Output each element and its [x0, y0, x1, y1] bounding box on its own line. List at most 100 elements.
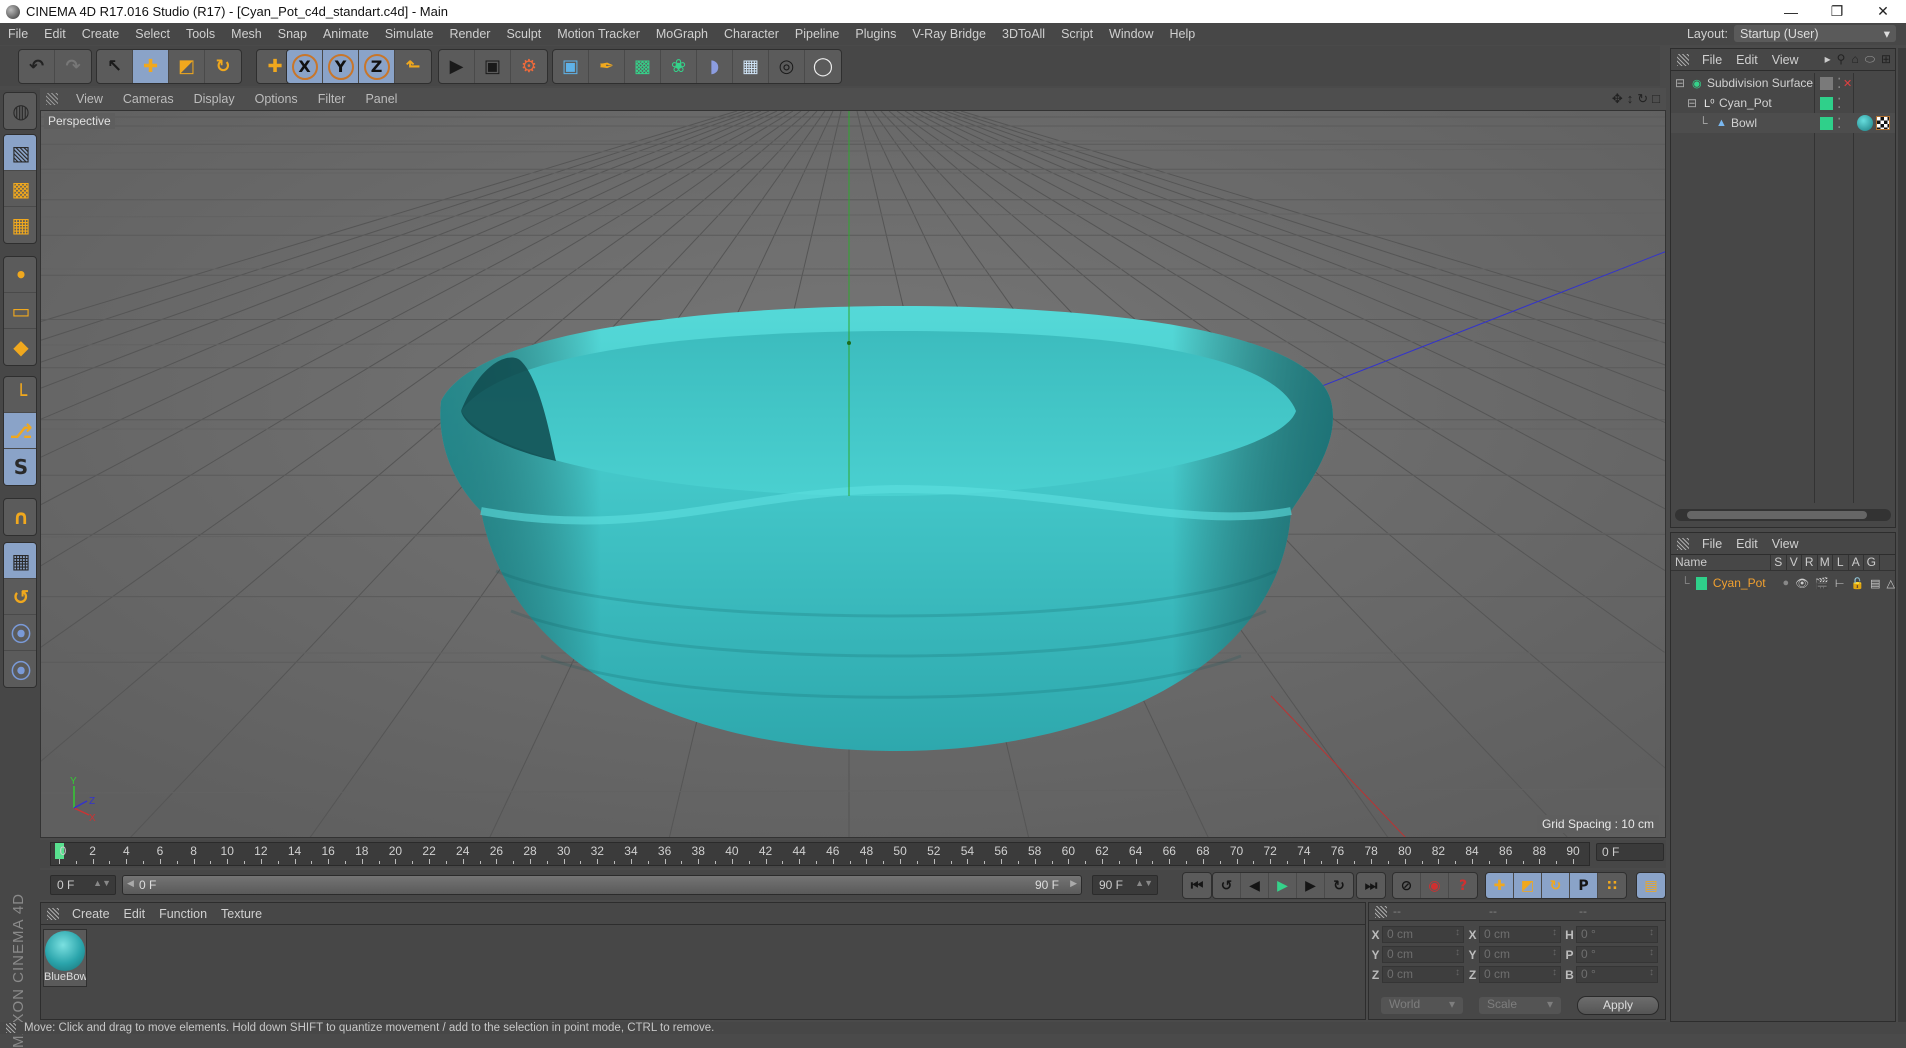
scale-button[interactable]: ◩: [169, 50, 205, 83]
edges-mode-button[interactable]: ▭: [4, 293, 36, 329]
render-picture-viewer-button[interactable]: ▣: [475, 50, 511, 83]
rotate-view-icon[interactable]: ↻: [1637, 91, 1648, 107]
tree-expander-icon[interactable]: ⊟: [1687, 96, 1699, 110]
menu-snap[interactable]: Snap: [270, 27, 315, 41]
next-key-button[interactable]: ↻: [1325, 873, 1353, 898]
z-axis-button[interactable]: Z: [359, 50, 395, 83]
material-menu-function[interactable]: Function: [152, 907, 214, 921]
column-header-a[interactable]: A: [1849, 555, 1864, 570]
subdivision-button[interactable]: ▩: [625, 50, 661, 83]
menu-tools[interactable]: Tools: [178, 27, 223, 41]
key-position-button[interactable]: ✚: [1486, 873, 1514, 898]
viewport-menu-panel[interactable]: Panel: [355, 92, 407, 106]
visibility-dots-icon[interactable]: ⁚: [1837, 115, 1841, 132]
range-left-arrow-icon[interactable]: ◀: [127, 878, 134, 889]
layer-row[interactable]: └ Cyan_Pot ● 👁 🎬 ⊢ 🔓 ▤ △: [1671, 573, 1895, 593]
deformer-button[interactable]: ◗: [697, 50, 733, 83]
horizontal-scrollbar[interactable]: [1675, 509, 1891, 521]
generator-toggle-icon[interactable]: △: [1887, 577, 1895, 590]
key-rotation-button[interactable]: ↻: [1542, 873, 1570, 898]
restore-button[interactable]: ❐: [1814, 0, 1860, 23]
pen-spline-button[interactable]: ✒: [589, 50, 625, 83]
model-mode-button[interactable]: ◍: [4, 93, 36, 129]
light-button[interactable]: ◯: [805, 50, 841, 83]
menu-help[interactable]: Help: [1162, 27, 1204, 41]
key-pla-button[interactable]: ∷: [1598, 873, 1626, 898]
object-menu-file[interactable]: File: [1695, 53, 1729, 67]
object-mode-button[interactable]: ▧: [4, 135, 36, 171]
layer-swatch[interactable]: [1820, 76, 1833, 90]
material-menu-create[interactable]: Create: [65, 907, 117, 921]
next-frame-button[interactable]: ▶: [1297, 873, 1325, 898]
disabled-x-icon[interactable]: ✕: [1843, 77, 1852, 90]
viewport-canvas[interactable]: Y X Z: [41, 111, 1666, 838]
solo-toggle-icon[interactable]: ●: [1783, 577, 1790, 590]
visibility-toggle-icon[interactable]: 👁: [1795, 577, 1809, 590]
menu-script[interactable]: Script: [1053, 27, 1101, 41]
menu-edit[interactable]: Edit: [36, 27, 74, 41]
column-header-s[interactable]: S: [1771, 555, 1787, 570]
range-right-arrow-icon[interactable]: ▶: [1070, 878, 1077, 889]
column-header-g[interactable]: G: [1864, 555, 1880, 570]
select-arrow-button[interactable]: ↖: [97, 50, 133, 83]
menu-character[interactable]: Character: [716, 27, 787, 41]
panel-grip-icon[interactable]: [46, 93, 58, 105]
object-row-cyan-pot[interactable]: ⊟ L⁰ Cyan_Pot ⁚: [1671, 93, 1895, 113]
material-menu-edit[interactable]: Edit: [117, 907, 153, 921]
prev-key-button[interactable]: ↺: [1213, 873, 1241, 898]
column-header-name[interactable]: Name: [1671, 555, 1771, 570]
object-name[interactable]: Subdivision Surface: [1707, 76, 1813, 90]
points-mode-button[interactable]: •: [4, 257, 36, 293]
menu-pipeline[interactable]: Pipeline: [787, 27, 847, 41]
menu-motion-tracker[interactable]: Motion Tracker: [549, 27, 648, 41]
toggle-view-icon[interactable]: □: [1652, 91, 1660, 107]
material-bluebow[interactable]: BlueBow: [43, 929, 87, 987]
coordinate-system-button[interactable]: ⬑: [395, 50, 431, 83]
rotation-h-field[interactable]: 0 °: [1576, 926, 1658, 943]
size-y-field[interactable]: 0 cm: [1479, 946, 1561, 963]
lock-toggle-icon[interactable]: 🔓: [1850, 577, 1864, 590]
layer-menu-edit[interactable]: Edit: [1729, 537, 1765, 551]
visibility-dots-icon[interactable]: ⁚: [1837, 75, 1841, 92]
workplane-lock-button[interactable]: ▦: [4, 543, 36, 579]
viewport-menu-display[interactable]: Display: [184, 92, 245, 106]
layer-swatch[interactable]: [1820, 96, 1833, 110]
position-y-field[interactable]: 0 cm: [1382, 946, 1464, 963]
end-frame-field[interactable]: 90 F ▲▼: [1092, 875, 1158, 895]
axis-mode-button[interactable]: └: [4, 377, 36, 413]
search-icon[interactable]: ⚲: [1837, 52, 1846, 67]
object-menu-view[interactable]: View: [1765, 53, 1806, 67]
rotation-b-field[interactable]: 0 °: [1576, 966, 1658, 983]
cloner-button[interactable]: ❀: [661, 50, 697, 83]
play-button[interactable]: ▶: [1269, 873, 1297, 898]
menu-v-ray-bridge[interactable]: V-Ray Bridge: [904, 27, 994, 41]
cube-button[interactable]: ▣: [553, 50, 589, 83]
layer-color-swatch[interactable]: [1695, 576, 1707, 590]
move-button[interactable]: ✚: [133, 50, 169, 83]
python-button[interactable]: ⦿: [4, 615, 36, 651]
panel-grip-icon[interactable]: [1677, 537, 1689, 550]
right-edge-scrollbar[interactable]: [1898, 48, 1906, 1022]
size-mode-dropdown[interactable]: Scale ▾: [1479, 997, 1561, 1014]
prev-frame-button[interactable]: ◀: [1241, 873, 1269, 898]
tweak-mode-button[interactable]: ⎇: [4, 413, 36, 449]
uvw-tag-icon[interactable]: [1876, 116, 1890, 130]
panel-grip-icon[interactable]: [47, 907, 59, 920]
frame-range-slider[interactable]: ◀ 0 F 90 F ▶: [122, 875, 1082, 895]
rotate-button[interactable]: ↻: [205, 50, 241, 83]
viewport-menu-view[interactable]: View: [66, 92, 113, 106]
viewport-menu-cameras[interactable]: Cameras: [113, 92, 184, 106]
home-icon[interactable]: ⌂: [1851, 52, 1858, 67]
column-header-r[interactable]: R: [1802, 555, 1818, 570]
menu-mesh[interactable]: Mesh: [223, 27, 270, 41]
solo-button[interactable]: S: [4, 449, 36, 485]
close-button[interactable]: ✕: [1860, 0, 1906, 23]
y-axis-button[interactable]: Y: [323, 50, 359, 83]
viewport-menu-filter[interactable]: Filter: [308, 92, 356, 106]
render-view-button[interactable]: ▶: [439, 50, 475, 83]
timeline-ruler[interactable]: 0 2 4 6 8 10 12 14 16 18 20 22 24 26 28 30 32 34 36 38 40 42 4…: [50, 842, 1590, 866]
material-menu-texture[interactable]: Texture: [214, 907, 269, 921]
motion-record-button[interactable]: ⊘: [1393, 873, 1421, 898]
key-scale-button[interactable]: ◩: [1514, 873, 1542, 898]
menu-render[interactable]: Render: [441, 27, 498, 41]
